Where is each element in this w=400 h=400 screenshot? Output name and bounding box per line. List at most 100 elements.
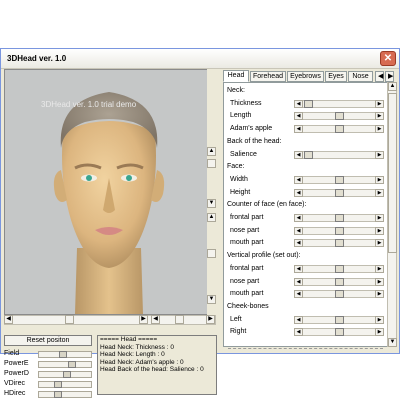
param-slider[interactable]: ◀ ▶ <box>294 277 384 286</box>
slider-thumb[interactable] <box>335 214 344 222</box>
reset-position-button[interactable]: Reset positon <box>4 335 92 346</box>
slider-thumb[interactable] <box>304 150 313 159</box>
slider-thumb[interactable] <box>335 277 344 286</box>
increase-button[interactable]: ▶ <box>375 125 384 134</box>
slider-thumb[interactable] <box>335 112 344 121</box>
decrease-button[interactable]: ◀ <box>294 175 303 184</box>
decrease-button[interactable]: ◀ <box>294 214 303 222</box>
param-slider-thumb[interactable] <box>63 371 71 378</box>
slider-thumb[interactable] <box>335 188 344 197</box>
log-output: ===== Head ===== Head Neck: Thickness : … <box>97 335 217 395</box>
title-bar[interactable]: 3DHead ver. 1.0 ✕ <box>1 49 399 69</box>
param-slider[interactable]: ◀ ▶ <box>294 290 384 299</box>
slider-thumb[interactable] <box>335 328 344 337</box>
slider-thumb[interactable] <box>335 315 344 324</box>
param-slider[interactable] <box>38 351 92 358</box>
rotate-left-button[interactable]: ◀ <box>151 315 160 324</box>
increase-button[interactable]: ▶ <box>375 328 384 337</box>
param-slider[interactable]: ◀ ▶ <box>294 150 384 159</box>
slider-thumb[interactable] <box>335 239 344 248</box>
tab-scroll-right-button[interactable]: ▶ <box>385 71 394 82</box>
increase-button[interactable]: ▶ <box>375 290 384 299</box>
slider-thumb[interactable] <box>335 175 344 184</box>
param-slider[interactable] <box>38 391 92 398</box>
scroll-left-button[interactable]: ◀ <box>4 315 13 324</box>
panel-vertical-scrollbar[interactable]: ▲ ▼ <box>387 82 397 347</box>
decrease-button[interactable]: ◀ <box>294 239 303 248</box>
increase-button[interactable]: ▶ <box>375 277 384 286</box>
increase-button[interactable]: ▶ <box>375 214 384 222</box>
decrease-button[interactable]: ◀ <box>294 188 303 197</box>
slider-thumb[interactable] <box>335 125 344 134</box>
increase-button[interactable]: ▶ <box>375 226 384 235</box>
slider-row: Adam's apple ◀ ▶ <box>224 124 387 135</box>
tab-eyebrows[interactable]: Eyebrows <box>287 71 324 82</box>
rotate-right-button[interactable]: ▶ <box>206 315 215 324</box>
increase-button[interactable]: ▶ <box>375 264 384 273</box>
decrease-button[interactable]: ◀ <box>294 290 303 299</box>
panel-scroll-down-button[interactable]: ▼ <box>388 338 397 347</box>
zoom-up-button[interactable]: ▲ <box>207 213 216 222</box>
decrease-button[interactable]: ◀ <box>294 328 303 337</box>
param-slider[interactable]: ◀ ▶ <box>294 264 384 273</box>
zoom-thumb[interactable] <box>207 249 216 258</box>
3d-viewport[interactable]: 3DHead ver. 1.0 trial demo <box>4 69 216 315</box>
slider-thumb[interactable] <box>304 99 313 108</box>
param-slider[interactable] <box>38 361 92 368</box>
decrease-button[interactable]: ◀ <box>294 264 303 273</box>
decrease-button[interactable]: ◀ <box>294 99 303 108</box>
param-slider[interactable] <box>38 381 92 388</box>
decrease-button[interactable]: ◀ <box>294 150 303 159</box>
tab-eyes[interactable]: Eyes <box>325 71 347 82</box>
slider-thumb[interactable] <box>335 226 344 235</box>
increase-button[interactable]: ▶ <box>375 99 384 108</box>
param-slider[interactable]: ◀ ▶ <box>294 239 384 248</box>
param-slider-thumb[interactable] <box>54 391 62 398</box>
panel-scroll-up-button[interactable]: ▲ <box>388 82 397 91</box>
param-slider-thumb[interactable] <box>68 361 76 368</box>
rotate-thumb[interactable] <box>175 315 184 324</box>
slider-row: mouth part ◀ ▶ <box>224 289 387 300</box>
tab-forehead[interactable]: Forehead <box>250 71 286 82</box>
increase-button[interactable]: ▶ <box>375 112 384 121</box>
param-slider[interactable]: ◀ ▶ <box>294 112 384 121</box>
tab-nose[interactable]: Nose <box>348 71 373 82</box>
param-slider[interactable]: ◀ ▶ <box>294 226 384 235</box>
tab-scroll-left-button[interactable]: ◀ <box>375 71 384 82</box>
param-slider[interactable]: ◀ ▶ <box>294 214 384 222</box>
decrease-button[interactable]: ◀ <box>294 112 303 121</box>
scroll-up-button[interactable]: ▲ <box>207 147 216 156</box>
param-slider[interactable]: ◀ ▶ <box>294 328 384 337</box>
param-slider[interactable]: ◀ ▶ <box>294 315 384 324</box>
increase-button[interactable]: ▶ <box>375 315 384 324</box>
scroll-thumb[interactable] <box>207 159 216 168</box>
decrease-button[interactable]: ◀ <box>294 125 303 134</box>
param-slider-thumb[interactable] <box>59 351 67 358</box>
section-heading: Cheek-bones <box>224 302 387 313</box>
scroll-right-button[interactable]: ▶ <box>139 315 148 324</box>
panel-scroll-thumb[interactable] <box>388 93 397 253</box>
close-button[interactable]: ✕ <box>380 51 396 66</box>
tab-head[interactable]: Head <box>223 70 249 82</box>
hscroll-thumb[interactable] <box>65 315 74 324</box>
param-slider[interactable] <box>38 371 92 378</box>
param-slider[interactable]: ◀ ▶ <box>294 175 384 184</box>
increase-button[interactable]: ▶ <box>375 175 384 184</box>
decrease-button[interactable]: ◀ <box>294 277 303 286</box>
increase-button[interactable]: ▶ <box>375 150 384 159</box>
decrease-button[interactable]: ◀ <box>294 226 303 235</box>
scroll-down-button[interactable]: ▼ <box>207 199 216 208</box>
increase-button[interactable]: ▶ <box>375 239 384 248</box>
param-slider-thumb[interactable] <box>54 381 62 388</box>
slider-thumb[interactable] <box>335 290 344 299</box>
param-slider[interactable]: ◀ ▶ <box>294 188 384 197</box>
slider-thumb[interactable] <box>335 264 344 273</box>
param-slider[interactable]: ◀ ▶ <box>294 125 384 134</box>
decrease-button[interactable]: ◀ <box>294 315 303 324</box>
param-row: Field <box>4 350 94 359</box>
viewport-horizontal-scrollbar[interactable]: ◀ ▶ ◀ ▶ <box>4 315 216 325</box>
increase-button[interactable]: ▶ <box>375 188 384 197</box>
overlay-watermark-text: 3DHead ver. 1.0 trial demo <box>41 100 137 109</box>
param-slider[interactable]: ◀ ▶ <box>294 99 384 108</box>
zoom-down-button[interactable]: ▼ <box>207 295 216 304</box>
